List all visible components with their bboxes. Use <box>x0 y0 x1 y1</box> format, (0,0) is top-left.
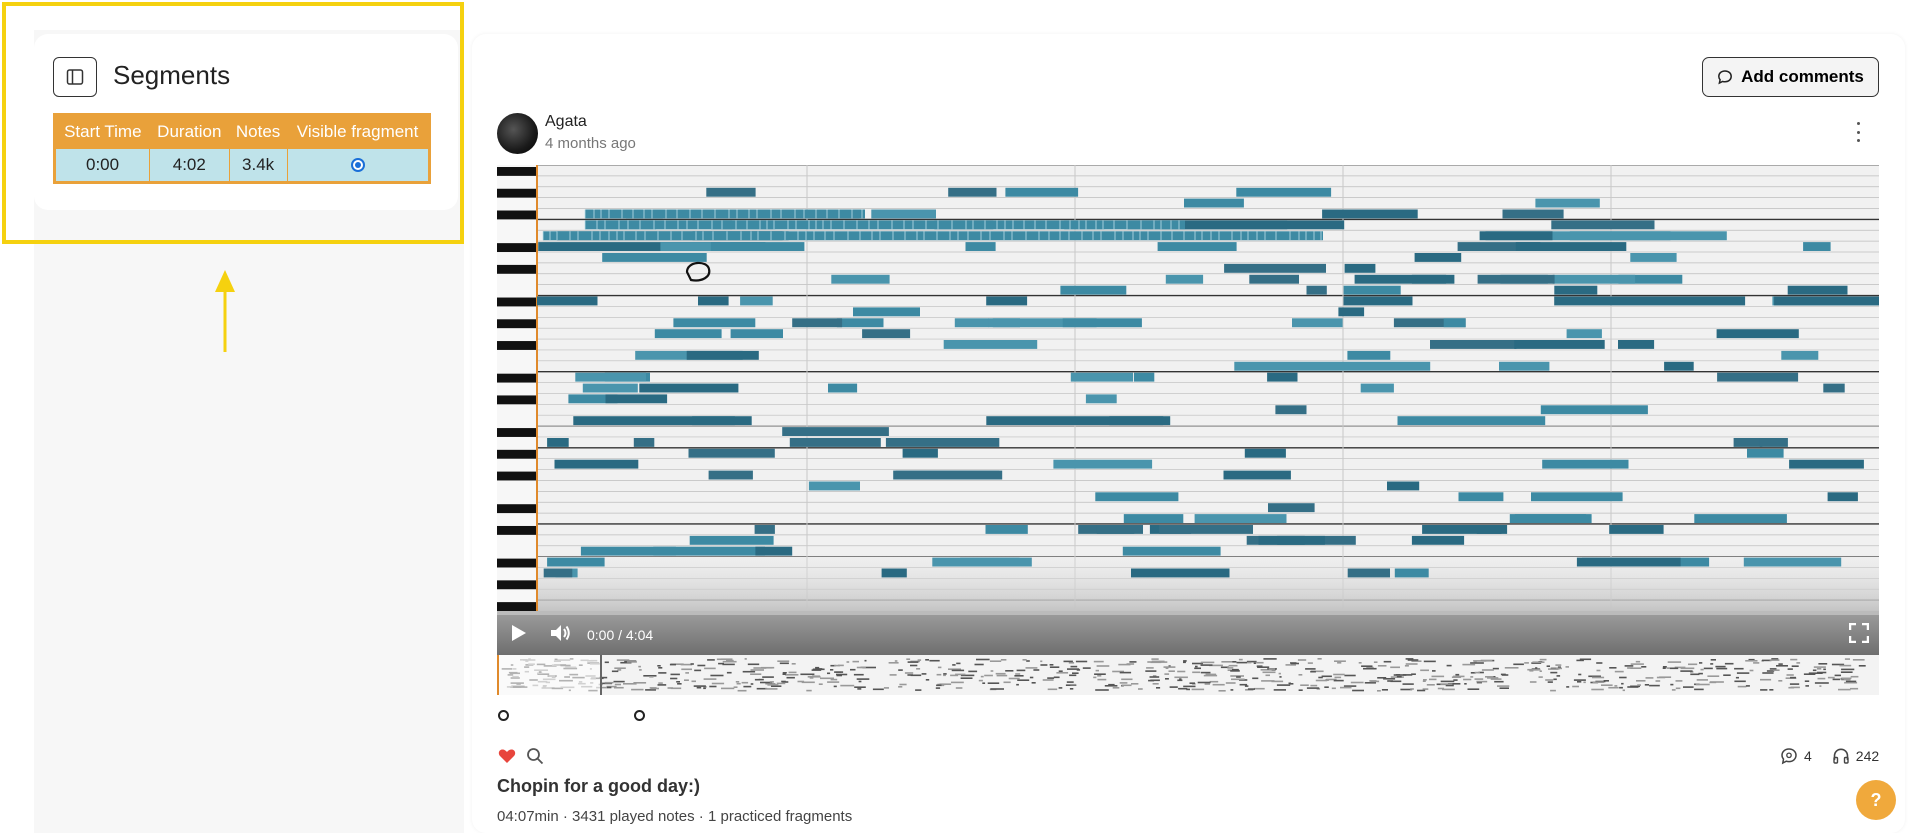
post-time: 4 months ago <box>545 135 636 152</box>
song-meta: 04:07min · 3431 played notes · 1 practic… <box>497 808 853 825</box>
minimap-canvas <box>497 655 1879 695</box>
video-controls <box>497 611 1879 655</box>
add-comments-label: Add comments <box>1741 67 1864 86</box>
piano-roll-canvas <box>497 165 1879 611</box>
fullscreen-icon[interactable] <box>1849 623 1869 643</box>
time-display: 0:00 / 4:04 <box>587 627 654 643</box>
minimap[interactable] <box>497 655 1879 695</box>
post-stats: 4 242 <box>1780 747 1879 765</box>
song-title[interactable]: Chopin for a good day:) <box>497 776 700 797</box>
more-options-icon[interactable] <box>1852 122 1864 142</box>
highlight-box <box>2 2 464 244</box>
listens-count: 242 <box>1855 748 1880 764</box>
comments-count: 4 <box>1804 748 1812 764</box>
add-comments-button[interactable]: Add comments <box>1702 57 1879 97</box>
comment-icon <box>1718 70 1733 85</box>
search-icon[interactable] <box>526 747 544 765</box>
fragment-start-handle[interactable] <box>498 710 509 721</box>
fragment-end-handle[interactable] <box>634 710 645 721</box>
comments-icon <box>1781 748 1797 765</box>
help-button[interactable]: ? <box>1856 780 1896 820</box>
author-name[interactable]: Agata <box>545 113 587 131</box>
volume-icon[interactable] <box>550 623 572 643</box>
progress-track[interactable] <box>497 611 1879 615</box>
piano-roll[interactable] <box>497 165 1879 611</box>
heart-icon[interactable] <box>498 748 516 764</box>
play-icon[interactable] <box>511 624 527 642</box>
arrow-up-icon <box>215 270 235 352</box>
page: Segments Start Time Duration Notes Visib… <box>0 0 1911 833</box>
headphones-icon <box>1833 748 1849 764</box>
avatar[interactable] <box>497 113 538 154</box>
